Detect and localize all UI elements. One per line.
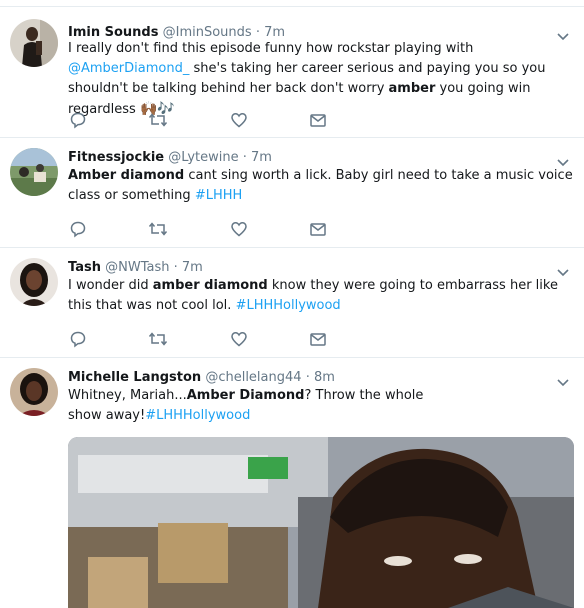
timestamp[interactable]: 7m xyxy=(251,150,272,165)
timeline: Imin Sounds @IminSounds · 7m I really do… xyxy=(0,0,584,608)
envelope-icon[interactable] xyxy=(308,219,328,239)
heart-icon[interactable] xyxy=(229,329,249,349)
reply-icon[interactable] xyxy=(68,110,88,130)
chevron-down-icon[interactable] xyxy=(556,263,570,277)
retweet-icon[interactable] xyxy=(148,110,168,130)
tweet[interactable]: Fitnessjockie @Lytewine · 7m Amber diamo… xyxy=(0,137,584,247)
tweet-header: Tash @NWTash · 7m xyxy=(68,258,203,278)
tweet-text: Whitney, Mariah...Amber Diamond? Throw t… xyxy=(68,386,458,426)
tweet[interactable]: Imin Sounds @IminSounds · 7m I really do… xyxy=(0,6,584,137)
tweet-header: Fitnessjockie @Lytewine · 7m xyxy=(68,148,272,168)
separator: · xyxy=(242,150,247,165)
mention-link[interactable]: @AmberDiamond_ xyxy=(68,61,189,76)
tweet-actions xyxy=(68,110,368,130)
tweet-text-part: I really don't find this episode funny h… xyxy=(68,41,474,56)
chevron-down-icon[interactable] xyxy=(556,153,570,167)
hashtag-link[interactable]: #LHHHollywood xyxy=(145,408,250,423)
tweet-header: Michelle Langston @chellelang44 · 8m xyxy=(68,368,335,388)
separator: · xyxy=(173,260,178,275)
reply-icon[interactable] xyxy=(68,219,88,239)
avatar[interactable] xyxy=(10,258,58,306)
highlighted-term: Amber Diamond xyxy=(186,388,305,403)
avatar[interactable] xyxy=(10,19,58,67)
separator: · xyxy=(255,25,260,40)
display-name[interactable]: Imin Sounds xyxy=(68,25,158,40)
hashtag-link[interactable]: #LHHH xyxy=(195,188,242,203)
highlighted-term: Amber diamond xyxy=(68,168,185,183)
tweet-text: Amber diamond cant sing worth a lick. Ba… xyxy=(68,166,574,206)
avatar[interactable] xyxy=(10,148,58,196)
separator: · xyxy=(305,370,310,385)
avatar[interactable] xyxy=(10,368,58,416)
tweet-actions xyxy=(68,219,368,239)
username[interactable]: @chellelang44 xyxy=(205,370,301,385)
heart-icon[interactable] xyxy=(229,110,249,130)
tweet-text-part: I wonder did xyxy=(68,278,149,293)
chevron-down-icon[interactable] xyxy=(556,373,570,387)
username[interactable]: @IminSounds xyxy=(163,25,252,40)
envelope-icon[interactable] xyxy=(308,110,328,130)
envelope-icon[interactable] xyxy=(308,329,328,349)
display-name[interactable]: Michelle Langston xyxy=(68,370,201,385)
timestamp[interactable]: 8m xyxy=(314,370,335,385)
display-name[interactable]: Fitnessjockie xyxy=(68,150,164,165)
retweet-icon[interactable] xyxy=(148,329,168,349)
tweet-text-part: Whitney, Mariah... xyxy=(68,388,187,403)
tweet-media-image[interactable] xyxy=(68,437,574,608)
reply-icon[interactable] xyxy=(68,329,88,349)
tweet-text: I wonder did amber diamond know they wer… xyxy=(68,276,574,316)
username[interactable]: @NWTash xyxy=(105,260,169,275)
timestamp[interactable]: 7m xyxy=(264,25,285,40)
display-name[interactable]: Tash xyxy=(68,260,101,275)
timestamp[interactable]: 7m xyxy=(182,260,203,275)
highlighted-term: amber xyxy=(388,81,436,96)
retweet-icon[interactable] xyxy=(148,219,168,239)
heart-icon[interactable] xyxy=(229,219,249,239)
tweet[interactable]: Tash @NWTash · 7m I wonder did amber dia… xyxy=(0,247,584,357)
hashtag-link[interactable]: #LHHHollywood xyxy=(236,298,341,313)
username[interactable]: @Lytewine xyxy=(168,150,238,165)
tweet-text: I really don't find this episode funny h… xyxy=(68,39,574,120)
chevron-down-icon[interactable] xyxy=(556,27,570,41)
highlighted-term: amber diamond xyxy=(152,278,268,293)
tweet-actions xyxy=(68,329,368,349)
